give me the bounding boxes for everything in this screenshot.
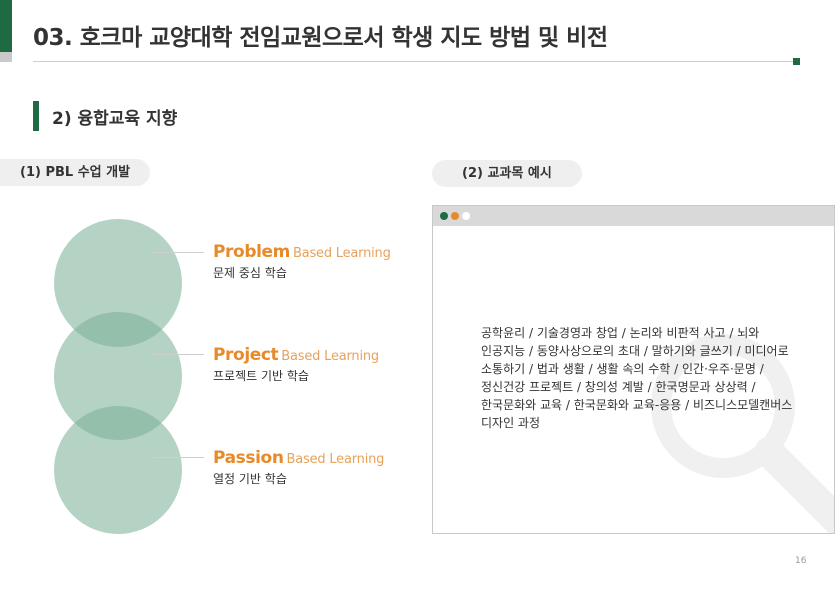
course-list-text: 공학윤리 / 기술경영과 창업 / 논리와 비판적 사고 / 뇌와 인공지능 /…	[481, 326, 793, 430]
pbl-item-problem: Problem Based Learning 문제 중심 학습	[213, 242, 391, 281]
corner-accent-secondary	[0, 52, 12, 62]
pbl-item-project: Project Based Learning 프로젝트 기반 학습	[213, 345, 379, 384]
section-heading-bar	[33, 101, 39, 131]
pbl-item-name: Problem	[213, 242, 290, 262]
pbl-item-name: Project	[213, 345, 279, 365]
window-dot-orange-icon	[451, 212, 459, 220]
window-dot-green-icon	[440, 212, 448, 220]
pbl-item-passion: Passion Based Learning 열정 기반 학습	[213, 448, 384, 487]
title-divider	[33, 61, 795, 62]
pbl-label: (1) PBL 수업 개발	[0, 159, 150, 186]
passion-connector	[154, 457, 204, 458]
pbl-item-name: Passion	[213, 448, 284, 468]
browser-title-bar	[433, 206, 834, 226]
project-connector	[154, 354, 204, 355]
pbl-item-suffix: Based Learning	[286, 452, 385, 467]
pbl-item-description: 열정 기반 학습	[213, 472, 287, 486]
pbl-item-suffix: Based Learning	[281, 349, 379, 364]
pbl-item-suffix: Based Learning	[292, 246, 391, 261]
corner-accent	[0, 0, 12, 52]
pbl-item-description: 프로젝트 기반 학습	[213, 369, 309, 383]
section-heading: 2) 융합교육 지향	[52, 109, 178, 129]
page-number: 16	[795, 556, 807, 566]
pbl-item-description: 문제 중심 학습	[213, 266, 287, 280]
title-divider-marker	[793, 58, 800, 65]
course-browser-window: 공학윤리 / 기술경영과 창업 / 논리와 비판적 사고 / 뇌와 인공지능 /…	[432, 205, 835, 534]
courses-label: (2) 교과목 예시	[432, 160, 582, 187]
window-dot-white-icon	[462, 212, 470, 220]
page-title: 03. 호크마 교양대학 전임교원으로서 학생 지도 방법 및 비전	[33, 25, 608, 51]
passion-circle	[54, 406, 182, 534]
problem-connector	[154, 252, 204, 253]
